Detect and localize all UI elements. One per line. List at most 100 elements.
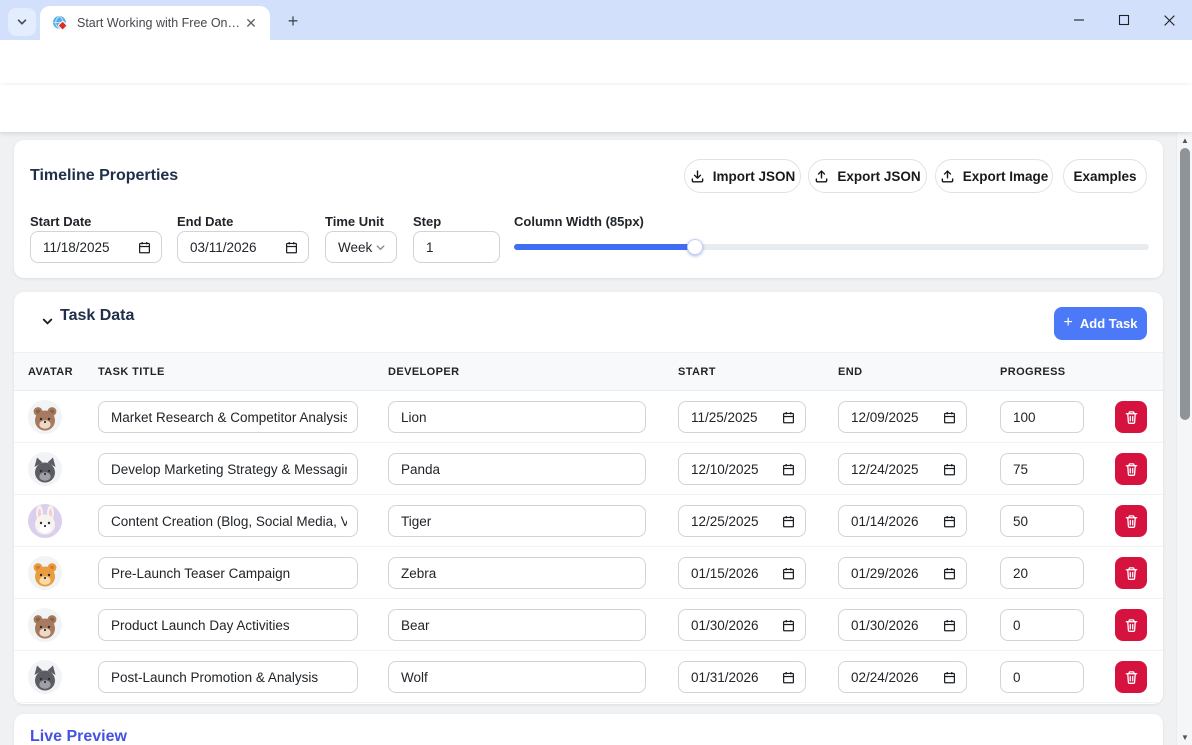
developer-input[interactable]: [401, 462, 635, 477]
end-date-input[interactable]: [851, 514, 937, 529]
delete-task-button[interactable]: [1115, 453, 1147, 485]
progress-input[interactable]: [1013, 618, 1073, 633]
page-scrollbar[interactable]: ▲ ▼: [1176, 132, 1192, 745]
calendar-icon[interactable]: [138, 241, 151, 254]
progress-field: [1000, 609, 1084, 641]
examples-button[interactable]: Examples: [1063, 159, 1147, 193]
close-window-button[interactable]: [1146, 0, 1192, 40]
scroll-down-arrow[interactable]: ▼: [1177, 729, 1192, 745]
progress-input[interactable]: [1013, 514, 1073, 529]
delete-task-button[interactable]: [1115, 505, 1147, 537]
timeline-properties-card: Timeline Properties Import JSON Export J…: [14, 140, 1163, 278]
progress-input[interactable]: [1013, 566, 1073, 581]
calendar-icon[interactable]: [943, 463, 956, 476]
maximize-button[interactable]: [1101, 0, 1147, 40]
progress-input[interactable]: [1013, 462, 1073, 477]
app-header: [0, 85, 1192, 132]
developer-input[interactable]: [401, 566, 635, 581]
calendar-icon[interactable]: [943, 671, 956, 684]
end-date-label: End Date: [177, 214, 233, 229]
calendar-icon[interactable]: [943, 411, 956, 424]
start-date-input[interactable]: [691, 514, 776, 529]
task-title-input[interactable]: [111, 566, 347, 581]
column-width-slider[interactable]: [514, 231, 1149, 263]
end-date-input[interactable]: [190, 240, 279, 255]
start-date-input[interactable]: [691, 670, 776, 685]
calendar-icon[interactable]: [943, 567, 956, 580]
end-date-input[interactable]: [851, 618, 937, 633]
task-title-input[interactable]: [111, 514, 347, 529]
export-json-button[interactable]: Export JSON: [808, 159, 927, 193]
progress-field: [1000, 557, 1084, 589]
end-date-input[interactable]: [851, 410, 937, 425]
end-date-field: [838, 661, 967, 693]
tab-favicon-visual-paradigm: [52, 15, 68, 31]
task-row: [14, 599, 1163, 651]
browser-window: Start Working with Free Online ✕ + ← → ⟳…: [0, 0, 1192, 745]
progress-input[interactable]: [1013, 670, 1073, 685]
developer-field: [388, 401, 646, 433]
calendar-icon[interactable]: [782, 411, 795, 424]
start-date-input[interactable]: [43, 240, 132, 255]
tab-search-button[interactable]: [8, 8, 36, 36]
browser-tab[interactable]: Start Working with Free Online ✕: [40, 6, 270, 40]
calendar-icon[interactable]: [943, 619, 956, 632]
calendar-icon[interactable]: [943, 515, 956, 528]
end-date-input[interactable]: [851, 670, 937, 685]
calendar-icon[interactable]: [782, 619, 795, 632]
end-date-input[interactable]: [851, 566, 937, 581]
progress-input[interactable]: [1013, 410, 1073, 425]
start-date-input[interactable]: [691, 410, 776, 425]
export-image-button[interactable]: Export Image: [935, 159, 1053, 193]
scroll-up-arrow[interactable]: ▲: [1177, 132, 1192, 148]
start-date-input[interactable]: [691, 618, 776, 633]
task-row: [14, 391, 1163, 443]
developer-input[interactable]: [401, 618, 635, 633]
calendar-icon[interactable]: [782, 463, 795, 476]
minimize-button[interactable]: [1056, 0, 1102, 40]
task-title-field: [98, 661, 358, 693]
import-json-button[interactable]: Import JSON: [684, 159, 801, 193]
task-title-field: [98, 453, 358, 485]
calendar-icon[interactable]: [782, 567, 795, 580]
developer-input[interactable]: [401, 410, 635, 425]
task-table-header: AVATAR TASK TITLE DEVELOPER START END PR…: [14, 352, 1163, 391]
start-date-input[interactable]: [691, 566, 776, 581]
new-tab-button[interactable]: +: [281, 9, 305, 33]
start-date-field: [678, 661, 806, 693]
slider-thumb[interactable]: [687, 239, 703, 255]
column-header-end: END: [838, 353, 862, 391]
progress-field: [1000, 661, 1084, 693]
task-title-input[interactable]: [111, 618, 347, 633]
task-title-field: [98, 401, 358, 433]
end-date-input[interactable]: [851, 462, 937, 477]
collapse-chevron-icon[interactable]: [41, 315, 54, 328]
developer-input[interactable]: [401, 514, 635, 529]
browser-toolbar: ← → ⟳ ai-toolbox.visual-paradigm.com/app…: [0, 40, 1192, 85]
delete-task-button[interactable]: [1115, 661, 1147, 693]
start-date-field: [678, 557, 806, 589]
delete-task-button[interactable]: [1115, 557, 1147, 589]
task-title-input[interactable]: [111, 410, 347, 425]
task-title-input[interactable]: [111, 670, 347, 685]
developer-field: [388, 661, 646, 693]
time-unit-select[interactable]: Week: [325, 231, 397, 263]
calendar-icon[interactable]: [782, 515, 795, 528]
step-field: [413, 231, 500, 263]
start-date-input[interactable]: [691, 462, 776, 477]
delete-task-button[interactable]: [1115, 401, 1147, 433]
time-unit-label: Time Unit: [325, 214, 384, 229]
add-task-button[interactable]: + Add Task: [1054, 307, 1147, 340]
delete-task-button[interactable]: [1115, 609, 1147, 641]
step-input[interactable]: [426, 240, 489, 255]
trash-icon: [1124, 462, 1139, 477]
developer-input[interactable]: [401, 670, 635, 685]
scrollbar-thumb[interactable]: [1180, 148, 1190, 420]
calendar-icon[interactable]: [285, 241, 298, 254]
task-row: [14, 651, 1163, 703]
task-title-input[interactable]: [111, 462, 347, 477]
tab-close-icon[interactable]: ✕: [242, 14, 260, 32]
live-preview-title: Live Preview: [30, 728, 127, 745]
calendar-icon[interactable]: [782, 671, 795, 684]
close-icon: [1163, 14, 1176, 27]
